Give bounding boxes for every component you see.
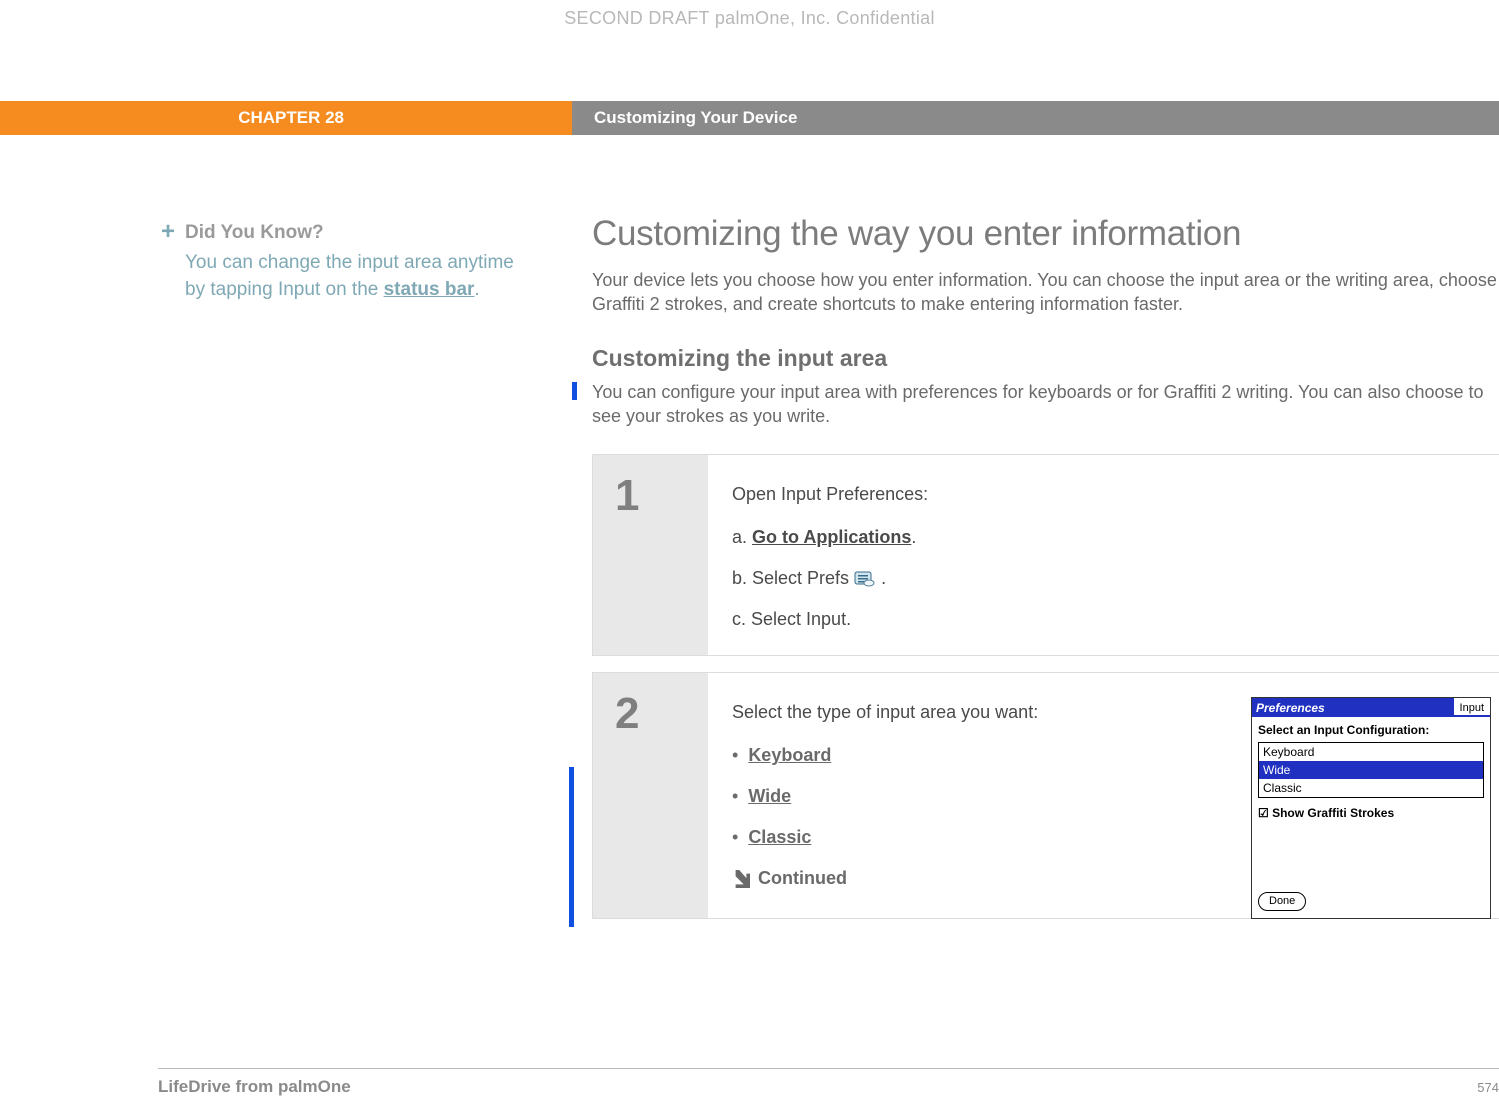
go-to-applications-link[interactable]: Go to Applications <box>752 527 911 547</box>
continued-indicator: Continued <box>732 865 847 892</box>
main-content: Customizing the way you enter informatio… <box>592 214 1499 935</box>
bullet-classic: • Classic <box>732 824 1132 851</box>
screenshot-label: Select an Input Configuration: <box>1258 721 1484 739</box>
step-2-number: 2 <box>593 673 708 918</box>
continued-arrow-icon <box>732 870 750 888</box>
screenshot-done-button: Done <box>1258 892 1306 911</box>
chapter-title: Customizing Your Device <box>572 101 1499 135</box>
step-1a-tail: . <box>911 527 916 547</box>
screenshot-title: Preferences <box>1256 699 1325 717</box>
step-1-body: Open Input Preferences: a. Go to Applica… <box>708 455 1499 655</box>
step-1-lead: Open Input Preferences: <box>732 481 1487 508</box>
step-2-card: 2 Select the type of input area you want… <box>592 672 1499 919</box>
intro-paragraph: Your device lets you choose how you ente… <box>592 268 1499 317</box>
section-heading: Customizing the input area <box>592 345 1499 372</box>
sidebar-tip: + Did You Know? You can change the input… <box>185 222 515 303</box>
header-band: CHAPTER 28 Customizing Your Device <box>0 101 1499 135</box>
step-1c: c. Select Input. <box>732 606 1487 633</box>
watermark-text: SECOND DRAFT palmOne, Inc. Confidential <box>0 8 1499 29</box>
page-heading: Customizing the way you enter informatio… <box>592 214 1499 254</box>
screenshot-tab: Input <box>1454 698 1490 715</box>
screenshot-option-wide: Wide <box>1259 761 1483 779</box>
bullet-wide: • Wide <box>732 783 1132 810</box>
prefs-icon <box>854 569 876 587</box>
step-1-number: 1 <box>593 455 708 655</box>
step-2-body: Select the type of input area you want: … <box>708 673 1499 918</box>
footer-rule <box>158 1068 1499 1069</box>
step-1a: a. Go to Applications. <box>732 524 1487 551</box>
step-1b-tail: . <box>881 568 886 588</box>
wide-link[interactable]: Wide <box>748 786 791 806</box>
plus-icon: + <box>161 218 175 246</box>
screenshot-checkbox: Show Graffiti Strokes <box>1258 804 1484 822</box>
step-1a-prefix: a. <box>732 527 752 547</box>
footer-product: LifeDrive from palmOne <box>158 1077 351 1097</box>
screenshot-body: Select an Input Configuration: Keyboard … <box>1252 717 1490 918</box>
chapter-label: CHAPTER 28 <box>0 101 572 135</box>
did-you-know-body: You can change the input area anytime by… <box>185 250 515 303</box>
continued-label: Continued <box>758 865 847 892</box>
screenshot-list: Keyboard Wide Classic <box>1258 742 1484 798</box>
screenshot-titlebar: Preferences Input <box>1252 698 1490 717</box>
classic-link[interactable]: Classic <box>748 827 811 847</box>
revision-bar-icon <box>572 382 577 400</box>
step-2-lead: Select the type of input area you want: <box>732 699 1132 726</box>
revision-bar-icon <box>569 767 574 927</box>
keyboard-link[interactable]: Keyboard <box>748 745 831 765</box>
section-intro: You can configure your input area with p… <box>592 380 1499 429</box>
did-you-know-heading: Did You Know? <box>185 222 515 244</box>
status-bar-link[interactable]: status bar <box>384 279 475 300</box>
step-1b: b. Select Prefs . <box>732 565 1487 592</box>
device-screenshot: Preferences Input Select an Input Config… <box>1251 697 1491 919</box>
page-number: 574 <box>1477 1080 1499 1095</box>
section-intro-text: You can configure your input area with p… <box>592 382 1484 426</box>
step-1b-prefix: b. Select Prefs <box>732 568 854 588</box>
dyk-tail: . <box>474 279 479 300</box>
screenshot-option-keyboard: Keyboard <box>1259 743 1483 761</box>
screenshot-option-classic: Classic <box>1259 779 1483 797</box>
bullet-keyboard: • Keyboard <box>732 742 1132 769</box>
step-1-card: 1 Open Input Preferences: a. Go to Appli… <box>592 454 1499 656</box>
